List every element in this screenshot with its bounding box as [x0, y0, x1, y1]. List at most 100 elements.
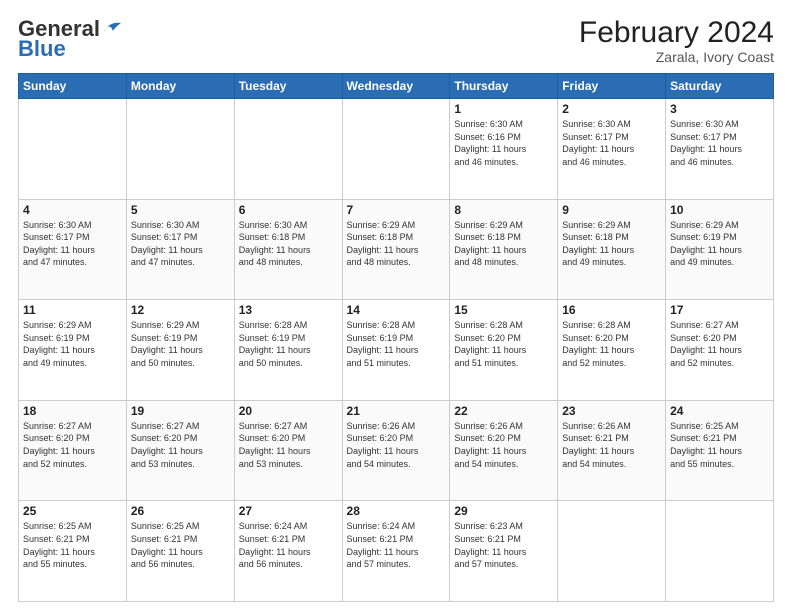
table-row: 5 Sunrise: 6:30 AM Sunset: 6:17 PM Daylig…	[126, 199, 234, 300]
table-row: 23 Sunrise: 6:26 AM Sunset: 6:21 PM Dayli…	[558, 400, 666, 501]
table-row: 12Sunrise: 6:29 AM Sunset: 6:19 PM Dayli…	[126, 300, 234, 401]
day-info: Sunrise: 6:30 AM Sunset: 6:16 PM Dayligh…	[454, 118, 553, 168]
table-row: 7 Sunrise: 6:29 AM Sunset: 6:18 PM Daylig…	[342, 199, 450, 300]
logo-blue-text: Blue	[18, 36, 66, 62]
day-info: Sunrise: 6:29 AM Sunset: 6:19 PM Dayligh…	[131, 319, 230, 369]
col-thursday: Thursday	[450, 74, 558, 99]
day-number: 26	[131, 504, 230, 518]
title-month: February 2024	[579, 16, 774, 49]
table-row	[342, 99, 450, 200]
col-sunday: Sunday	[19, 74, 127, 99]
logo-bird-icon	[101, 19, 123, 37]
table-row: 10 Sunrise: 6:29 AM Sunset: 6:19 PM Dayli…	[666, 199, 774, 300]
table-row	[234, 99, 342, 200]
table-row: 17Sunrise: 6:27 AM Sunset: 6:20 PM Dayli…	[666, 300, 774, 401]
table-row: 8 Sunrise: 6:29 AM Sunset: 6:18 PM Daylig…	[450, 199, 558, 300]
day-info: Sunrise: 6:28 AM Sunset: 6:20 PM Dayligh…	[562, 319, 661, 369]
calendar-week-row: 1 Sunrise: 6:30 AM Sunset: 6:16 PM Daylig…	[19, 99, 774, 200]
table-row: 15 Sunrise: 6:28 AM Sunset: 6:20 PM Dayli…	[450, 300, 558, 401]
day-number: 20	[239, 404, 338, 418]
day-number: 16	[562, 303, 661, 317]
day-info: Sunrise: 6:29 AM Sunset: 6:18 PM Dayligh…	[347, 219, 446, 269]
table-row: 14Sunrise: 6:28 AM Sunset: 6:19 PM Dayli…	[342, 300, 450, 401]
day-info: Sunrise: 6:28 AM Sunset: 6:19 PM Dayligh…	[347, 319, 446, 369]
table-row: 16 Sunrise: 6:28 AM Sunset: 6:20 PM Dayli…	[558, 300, 666, 401]
col-tuesday: Tuesday	[234, 74, 342, 99]
day-info: Sunrise: 6:26 AM Sunset: 6:20 PM Dayligh…	[347, 420, 446, 470]
day-number: 11	[23, 303, 122, 317]
table-row: 2 Sunrise: 6:30 AM Sunset: 6:17 PM Daylig…	[558, 99, 666, 200]
day-number: 28	[347, 504, 446, 518]
calendar-week-row: 18 Sunrise: 6:27 AM Sunset: 6:20 PM Dayli…	[19, 400, 774, 501]
day-info: Sunrise: 6:24 AM Sunset: 6:21 PM Dayligh…	[239, 520, 338, 570]
table-row: 25Sunrise: 6:25 AM Sunset: 6:21 PM Dayli…	[19, 501, 127, 602]
day-info: Sunrise: 6:30 AM Sunset: 6:17 PM Dayligh…	[670, 118, 769, 168]
day-number: 10	[670, 203, 769, 217]
table-row: 6Sunrise: 6:30 AM Sunset: 6:18 PM Daylig…	[234, 199, 342, 300]
day-info: Sunrise: 6:27 AM Sunset: 6:20 PM Dayligh…	[131, 420, 230, 470]
day-info: Sunrise: 6:26 AM Sunset: 6:21 PM Dayligh…	[562, 420, 661, 470]
table-row: 19 Sunrise: 6:27 AM Sunset: 6:20 PM Dayli…	[126, 400, 234, 501]
day-number: 18	[23, 404, 122, 418]
day-number: 8	[454, 203, 553, 217]
calendar-header-row: Sunday Monday Tuesday Wednesday Thursday…	[19, 74, 774, 99]
table-row	[19, 99, 127, 200]
table-row: 26 Sunrise: 6:25 AM Sunset: 6:21 PM Dayli…	[126, 501, 234, 602]
day-number: 29	[454, 504, 553, 518]
day-number: 13	[239, 303, 338, 317]
col-saturday: Saturday	[666, 74, 774, 99]
day-info: Sunrise: 6:30 AM Sunset: 6:17 PM Dayligh…	[23, 219, 122, 269]
table-row: 11 Sunrise: 6:29 AM Sunset: 6:19 PM Dayli…	[19, 300, 127, 401]
header: General Blue February 2024 Zarala, Ivory…	[18, 16, 774, 65]
day-info: Sunrise: 6:30 AM Sunset: 6:17 PM Dayligh…	[562, 118, 661, 168]
day-info: Sunrise: 6:27 AM Sunset: 6:20 PM Dayligh…	[670, 319, 769, 369]
table-row: 21Sunrise: 6:26 AM Sunset: 6:20 PM Dayli…	[342, 400, 450, 501]
day-info: Sunrise: 6:28 AM Sunset: 6:19 PM Dayligh…	[239, 319, 338, 369]
table-row: 4 Sunrise: 6:30 AM Sunset: 6:17 PM Daylig…	[19, 199, 127, 300]
col-monday: Monday	[126, 74, 234, 99]
day-info: Sunrise: 6:28 AM Sunset: 6:20 PM Dayligh…	[454, 319, 553, 369]
table-row: 18 Sunrise: 6:27 AM Sunset: 6:20 PM Dayli…	[19, 400, 127, 501]
day-info: Sunrise: 6:30 AM Sunset: 6:17 PM Dayligh…	[131, 219, 230, 269]
calendar-week-row: 4 Sunrise: 6:30 AM Sunset: 6:17 PM Daylig…	[19, 199, 774, 300]
table-row	[558, 501, 666, 602]
day-info: Sunrise: 6:25 AM Sunset: 6:21 PM Dayligh…	[131, 520, 230, 570]
title-location: Zarala, Ivory Coast	[579, 49, 774, 65]
day-info: Sunrise: 6:29 AM Sunset: 6:19 PM Dayligh…	[670, 219, 769, 269]
table-row: 3Sunrise: 6:30 AM Sunset: 6:17 PM Daylig…	[666, 99, 774, 200]
table-row: 9 Sunrise: 6:29 AM Sunset: 6:18 PM Daylig…	[558, 199, 666, 300]
day-number: 23	[562, 404, 661, 418]
title-block: February 2024 Zarala, Ivory Coast	[579, 16, 774, 65]
day-number: 24	[670, 404, 769, 418]
table-row	[126, 99, 234, 200]
calendar-week-row: 11 Sunrise: 6:29 AM Sunset: 6:19 PM Dayli…	[19, 300, 774, 401]
table-row: 22 Sunrise: 6:26 AM Sunset: 6:20 PM Dayli…	[450, 400, 558, 501]
day-info: Sunrise: 6:26 AM Sunset: 6:20 PM Dayligh…	[454, 420, 553, 470]
day-info: Sunrise: 6:27 AM Sunset: 6:20 PM Dayligh…	[23, 420, 122, 470]
day-number: 22	[454, 404, 553, 418]
day-number: 9	[562, 203, 661, 217]
calendar-week-row: 25Sunrise: 6:25 AM Sunset: 6:21 PM Dayli…	[19, 501, 774, 602]
day-number: 19	[131, 404, 230, 418]
table-row: 20Sunrise: 6:27 AM Sunset: 6:20 PM Dayli…	[234, 400, 342, 501]
table-row: 24 Sunrise: 6:25 AM Sunset: 6:21 PM Dayli…	[666, 400, 774, 501]
day-info: Sunrise: 6:23 AM Sunset: 6:21 PM Dayligh…	[454, 520, 553, 570]
day-number: 15	[454, 303, 553, 317]
day-number: 2	[562, 102, 661, 116]
day-number: 7	[347, 203, 446, 217]
day-info: Sunrise: 6:29 AM Sunset: 6:18 PM Dayligh…	[454, 219, 553, 269]
day-number: 5	[131, 203, 230, 217]
day-info: Sunrise: 6:29 AM Sunset: 6:18 PM Dayligh…	[562, 219, 661, 269]
day-info: Sunrise: 6:25 AM Sunset: 6:21 PM Dayligh…	[23, 520, 122, 570]
day-number: 4	[23, 203, 122, 217]
day-info: Sunrise: 6:29 AM Sunset: 6:19 PM Dayligh…	[23, 319, 122, 369]
logo: General Blue	[18, 16, 123, 62]
day-number: 1	[454, 102, 553, 116]
day-info: Sunrise: 6:25 AM Sunset: 6:21 PM Dayligh…	[670, 420, 769, 470]
calendar-table: Sunday Monday Tuesday Wednesday Thursday…	[18, 73, 774, 602]
col-wednesday: Wednesday	[342, 74, 450, 99]
table-row	[666, 501, 774, 602]
table-row: 13 Sunrise: 6:28 AM Sunset: 6:19 PM Dayli…	[234, 300, 342, 401]
table-row: 1 Sunrise: 6:30 AM Sunset: 6:16 PM Daylig…	[450, 99, 558, 200]
day-info: Sunrise: 6:30 AM Sunset: 6:18 PM Dayligh…	[239, 219, 338, 269]
